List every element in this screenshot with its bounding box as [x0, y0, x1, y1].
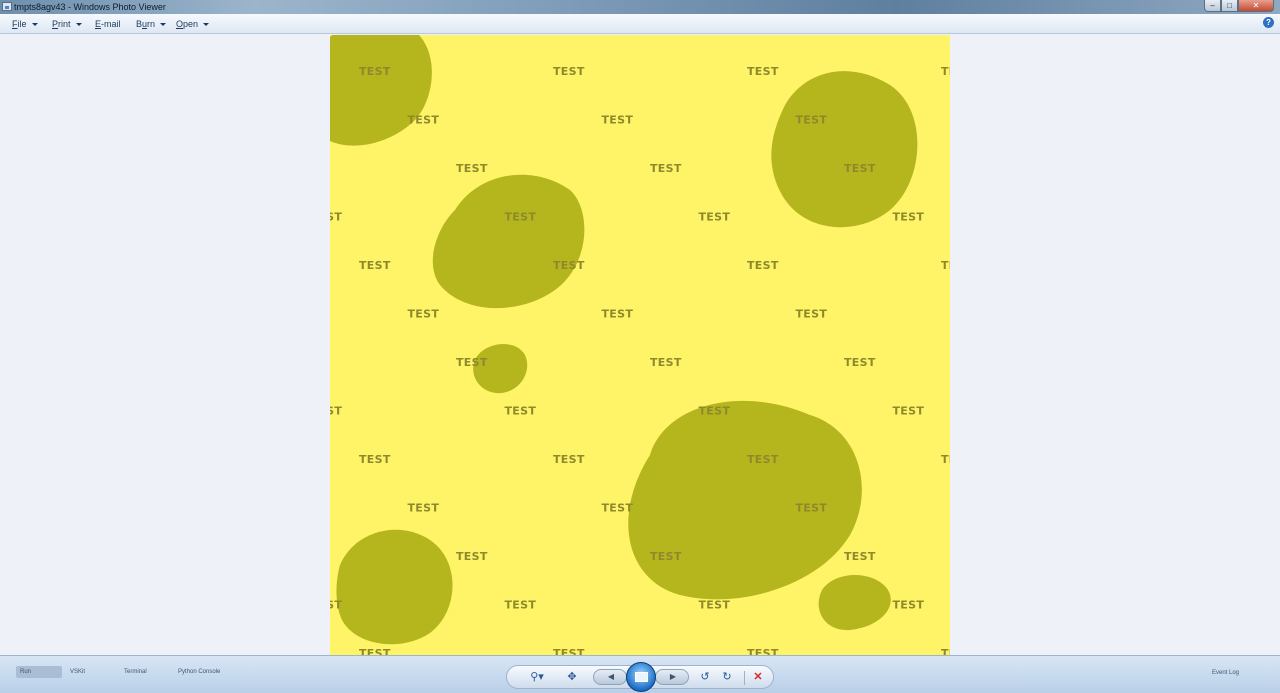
watermark-text: TEST [505, 599, 537, 612]
blob-shape [818, 575, 891, 631]
blob-shape [628, 400, 862, 600]
watermark-text: TEST [408, 114, 440, 127]
watermark-text: TEST [699, 211, 731, 224]
watermark-text: TEST [505, 211, 537, 224]
displayed-image: TEST TEST TEST TEST TEST TEST TEST TEST TEST TEST… [330, 35, 950, 655]
menu-file-rest: ile [17, 19, 27, 29]
chevron-down-icon [203, 23, 210, 27]
blob-shape [432, 174, 585, 309]
watermark-text: TEST [408, 308, 440, 321]
menu-email-rest: -mail [101, 19, 121, 29]
watermark-text: TEST [359, 647, 391, 655]
watermark-text: TEST [408, 502, 440, 515]
watermark-text: TEST [330, 405, 342, 418]
watermark-text: TEST [699, 405, 731, 418]
menu-email[interactable]: E-mail [95, 19, 121, 29]
watermark-text: TEST [602, 308, 634, 321]
watermark-text: TEST [602, 114, 634, 127]
watermark-text: TEST [456, 356, 488, 369]
watermark-text: TEST [553, 259, 585, 272]
window-controls: – □ ✕ [1204, 0, 1274, 12]
zoom-icon[interactable]: ⚲▾ [527, 671, 547, 683]
watermark-text: TEST [844, 550, 876, 563]
watermark-text: TEST [893, 599, 925, 612]
watermark-text: TEST [941, 65, 950, 78]
menu-print[interactable]: Print [52, 19, 82, 29]
watermark-text: TEST [359, 453, 391, 466]
watermark-text: TEST [844, 356, 876, 369]
menu-bar: File Print E-mail Burn Open ? [0, 14, 1280, 34]
watermark-text: TEST [747, 647, 779, 655]
window-title: tmpts8agv43 - Windows Photo Viewer [14, 2, 166, 12]
watermark-text: TEST [456, 550, 488, 563]
watermark-text: TEST [553, 65, 585, 78]
watermark-text: TEST [330, 599, 342, 612]
image-viewer-area: TEST TEST TEST TEST TEST TEST TEST TEST TEST TEST… [0, 35, 1280, 655]
menu-burn[interactable]: Burn [136, 19, 167, 29]
watermark-text: TEST [505, 405, 537, 418]
watermark-text: TEST [456, 162, 488, 175]
menu-open-key: O [176, 19, 184, 29]
watermark-text: TEST [747, 65, 779, 78]
previous-button[interactable]: ◀ [593, 669, 627, 685]
menu-open-rest: pen [183, 19, 199, 29]
image-canvas: TEST TEST TEST TEST TEST TEST TEST TEST TEST TEST… [330, 35, 950, 655]
menu-burn-rest: rn [147, 19, 156, 29]
previous-icon: ◀ [607, 672, 615, 681]
watermark-text: TEST [941, 453, 950, 466]
watermark-text: TEST [796, 502, 828, 515]
blob-shape [771, 71, 918, 228]
menu-file[interactable]: File [12, 19, 38, 29]
watermark-text: TEST [650, 550, 682, 563]
chevron-down-icon [31, 23, 38, 27]
taskbar-item-vskit[interactable]: VSKit [70, 668, 85, 676]
watermark-text: TEST [553, 453, 585, 466]
watermark-text: TEST [796, 308, 828, 321]
slideshow-button[interactable] [626, 662, 656, 692]
blob-shape [330, 35, 432, 146]
watermark-text: TEST [941, 259, 950, 272]
bottom-toolbar: Run VSKit Terminal Python Console ⚲▾ ✥ ◀… [0, 655, 1280, 693]
watermark-text: TEST [359, 259, 391, 272]
watermark-text: TEST [941, 647, 950, 655]
next-icon: ▶ [669, 672, 677, 681]
watermark-text: TEST [796, 114, 828, 127]
watermark-text: TEST [650, 162, 682, 175]
next-button[interactable]: ▶ [655, 669, 689, 685]
photo-viewer-icon [2, 2, 12, 11]
slideshow-icon [635, 672, 648, 682]
watermark-text: TEST [747, 453, 779, 466]
close-button[interactable]: ✕ [1238, 0, 1274, 12]
delete-icon[interactable]: ✕ [751, 671, 765, 683]
chevron-down-icon [160, 23, 167, 27]
chevron-down-icon [75, 23, 82, 27]
actual-size-icon[interactable]: ✥ [565, 671, 579, 683]
help-icon[interactable]: ? [1263, 17, 1274, 28]
watermark-text: TEST [650, 356, 682, 369]
watermark-text: TEST [359, 65, 391, 78]
minimize-button[interactable]: – [1204, 0, 1221, 12]
watermark-text: TEST [553, 647, 585, 655]
watermark-text: TEST [844, 162, 876, 175]
taskbar-item-python-console[interactable]: Python Console [178, 668, 220, 676]
watermark-text: TEST [893, 211, 925, 224]
viewer-controls: ⚲▾ ✥ ◀ ▶ ↺ ↻ ✕ [506, 662, 774, 692]
menu-print-rest: rint [58, 19, 71, 29]
event-log-button[interactable]: Event Log [1212, 669, 1239, 677]
taskbar-item-terminal[interactable]: Terminal [124, 668, 147, 676]
watermark-text: TEST [602, 502, 634, 515]
rotate-clockwise-icon[interactable]: ↻ [720, 671, 734, 683]
taskbar-item-run[interactable]: Run [16, 666, 62, 678]
watermark-text: TEST [330, 211, 342, 224]
maximize-button[interactable]: □ [1221, 0, 1238, 12]
title-bar: tmpts8agv43 - Windows Photo Viewer – □ ✕ [0, 0, 1280, 14]
blob-shape [336, 529, 453, 645]
rotate-counterclockwise-icon[interactable]: ↺ [698, 671, 712, 683]
watermark-text: TEST [893, 405, 925, 418]
toolbar-divider [744, 671, 745, 685]
menu-open[interactable]: Open [176, 19, 210, 29]
watermark-text: TEST [747, 259, 779, 272]
watermark-text: TEST [699, 599, 731, 612]
